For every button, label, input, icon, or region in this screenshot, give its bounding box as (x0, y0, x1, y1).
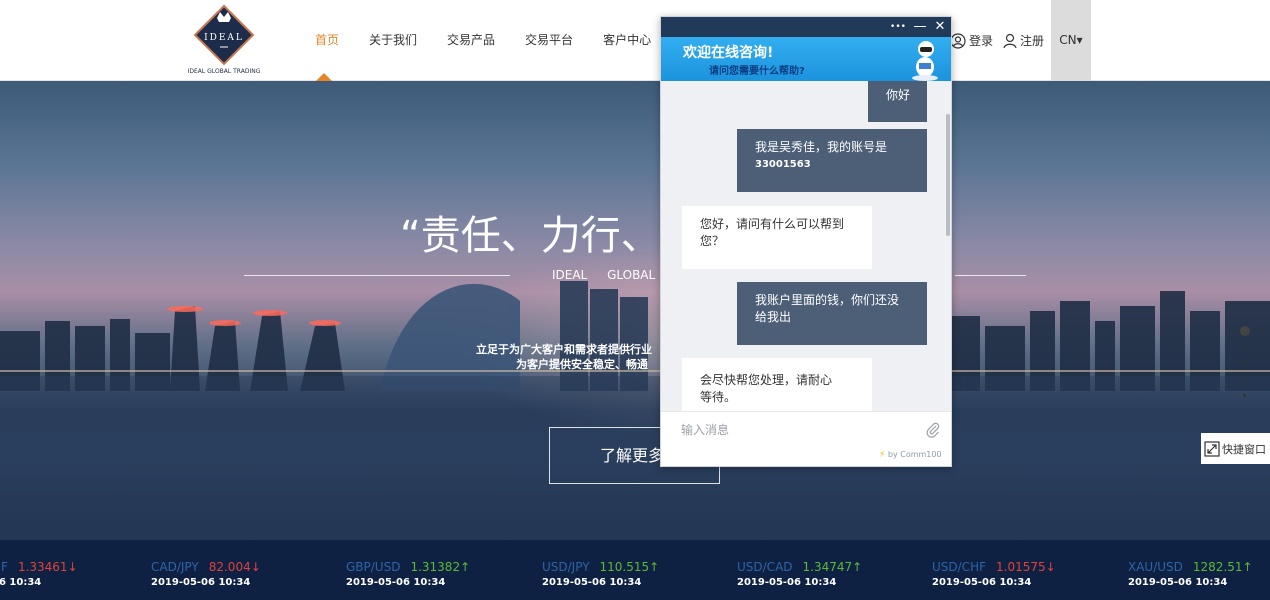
chat-message-user: 你好 (868, 81, 927, 122)
ticker-date: 2019-05-06 10:34 (151, 577, 251, 588)
login-link[interactable]: 登录 (950, 32, 993, 49)
attachment-icon[interactable] (926, 422, 940, 438)
site-header: IDEAL IDEAL GLOBAL TRADING 首页 关于我们 交易产品 … (0, 0, 1270, 81)
register-label: 注册 (1020, 34, 1045, 48)
chat-scrollbar[interactable] (946, 114, 950, 236)
ticker-item[interactable]: XAU/USD 1282.51↑ 2019-05-06 10:34 (1128, 556, 1253, 588)
chat-message-user: 我账户里面的钱，你们还没给我出 (737, 282, 927, 345)
quote-ticker: HF 1.33461↓ 06 10:34 CAD/JPY 82.004↓ 2019-… (0, 540, 1270, 600)
ticker-pair: USD/JPY (542, 560, 590, 574)
hero-description-line2: 为客户提供安全稳定、畅通 (516, 358, 648, 371)
powered-by[interactable]: ⚡ by Comm100 (879, 450, 942, 460)
chat-help-text: 请问您需要什么帮助? (709, 66, 805, 77)
ticker-item[interactable]: HF 1.33461↓ 06 10:34 (0, 556, 78, 588)
minimize-icon[interactable]: — (911, 17, 929, 37)
ticker-pair: USD/CHF (932, 560, 986, 574)
ticker-date: 2019-05-06 10:34 (542, 577, 642, 588)
account-number: 33001563 (755, 159, 811, 170)
hero-divider-left (244, 275, 510, 276)
chat-welcome-title: 欢迎在线咨询! (683, 45, 774, 61)
logo-text: IDEAL (204, 33, 244, 43)
bolt-icon: ⚡ (879, 450, 886, 460)
language-select[interactable]: CN▾ (1051, 0, 1091, 81)
logo-emblem-icon: IDEAL (193, 4, 255, 66)
powered-by-label: by Comm100 (887, 450, 942, 459)
chat-banner: 欢迎在线咨询! 请问您需要什么帮助? (661, 37, 951, 81)
ticker-item[interactable]: USD/JPY 110.515↑ 2019-05-06 10:34 (542, 556, 659, 588)
ticker-value: 110.515↑ (599, 560, 660, 574)
chat-message-agent: 会尽快帮您处理，请耐心等待。 (682, 358, 872, 411)
chat-message-user: 我是吴秀佳，我的账号是 33001563 (737, 129, 927, 192)
message-input[interactable]: 输入消息 (681, 421, 729, 438)
slider-dot[interactable] (1243, 394, 1246, 397)
register-link[interactable]: 注册 (1003, 32, 1044, 49)
hero-title: “责任、力行、 (400, 213, 661, 259)
logo[interactable]: IDEAL IDEAL GLOBAL TRADING (183, 4, 265, 78)
hero-description-line1: 立足于为广大客户和需求者提供行业 (476, 343, 652, 356)
nav-platform[interactable]: 交易平台 (516, 0, 582, 81)
chat-message-text: 我是吴秀佳，我的账号是 (755, 140, 888, 154)
chat-titlebar: ••• — ✕ (661, 17, 951, 37)
chat-message-agent: 您好，请问有什么可以帮到您？ (682, 206, 872, 269)
live-chat-window: ••• — ✕ 欢迎在线咨询! 请问您需要什么帮助? 你好 我是吴秀佳，我的账号… (660, 16, 952, 467)
ticker-value: 82.004↓ (208, 560, 261, 574)
ticker-date: 2019-05-06 10:34 (737, 577, 837, 588)
ticker-date: 2019-05-06 10:34 (932, 577, 1032, 588)
ticker-pair: GBP/USD (346, 560, 401, 574)
logo-subtitle: IDEAL GLOBAL TRADING (187, 68, 261, 75)
ticker-value: 1282.51↑ (1192, 560, 1253, 574)
hero-divider-right (955, 275, 1026, 276)
slider-dot[interactable] (1243, 362, 1246, 365)
city-skyline-image (0, 281, 1270, 391)
ticker-value: 1.33461↓ (17, 560, 78, 574)
account-links: 登录 注册 (950, 0, 1054, 81)
quick-window-button[interactable]: 快捷窗口 (1201, 433, 1270, 464)
ticker-value: 1.01575↓ (996, 560, 1056, 574)
ticker-item[interactable]: GBP/USD 1.31382↑ 2019-05-06 10:34 (346, 556, 470, 588)
slider-dot[interactable] (1243, 346, 1246, 349)
user-icon (1003, 33, 1017, 48)
hero-subtitle: IDEAL GLOBAL (552, 268, 656, 282)
ticker-pair: XAU/USD (1128, 560, 1183, 574)
robot-mascot-icon (912, 41, 938, 81)
ticker-date: 06 10:34 (0, 577, 42, 588)
ticker-pair: USD/CAD (737, 560, 793, 574)
ticker-pair: HF (0, 560, 8, 574)
nav-about[interactable]: 关于我们 (360, 0, 426, 81)
login-label: 登录 (969, 34, 994, 48)
nav-products[interactable]: 交易产品 (438, 0, 504, 81)
slider-dot-active[interactable] (1240, 326, 1250, 336)
user-circle-icon (950, 32, 966, 49)
ticker-pair: CAD/JPY (151, 560, 199, 574)
chat-messages: 你好 我是吴秀佳，我的账号是 33001563 您好，请问有什么可以帮到您？ 我… (661, 81, 951, 411)
more-options-icon[interactable]: ••• (889, 17, 907, 37)
hero-banner: “责任、力行、 IDEAL GLOBAL 立足于为广大客户和需求者提供行业 为客… (0, 81, 1270, 540)
close-icon[interactable]: ✕ (931, 17, 949, 37)
expand-icon (1204, 440, 1220, 457)
ticker-item[interactable]: USD/CHF 1.01575↓ 2019-05-06 10:34 (932, 556, 1056, 588)
nav-client-center[interactable]: 客户中心 (594, 0, 660, 81)
chat-input-area[interactable]: 输入消息 ⚡ by Comm100 (661, 411, 951, 466)
ticker-value: 1.34747↑ (802, 560, 863, 574)
ticker-date: 2019-05-06 10:34 (346, 577, 446, 588)
slider-dot[interactable] (1243, 378, 1246, 381)
ticker-item[interactable]: USD/CAD 1.34747↑ 2019-05-06 10:34 (737, 556, 862, 588)
active-nav-indicator (316, 73, 332, 81)
ticker-date: 2019-05-06 10:34 (1128, 577, 1228, 588)
nav-home[interactable]: 首页 (306, 0, 348, 81)
ticker-value: 1.31382↑ (410, 560, 471, 574)
ticker-item[interactable]: CAD/JPY 82.004↓ 2019-05-06 10:34 (151, 556, 261, 588)
quick-window-label: 快捷窗口 (1222, 442, 1266, 456)
